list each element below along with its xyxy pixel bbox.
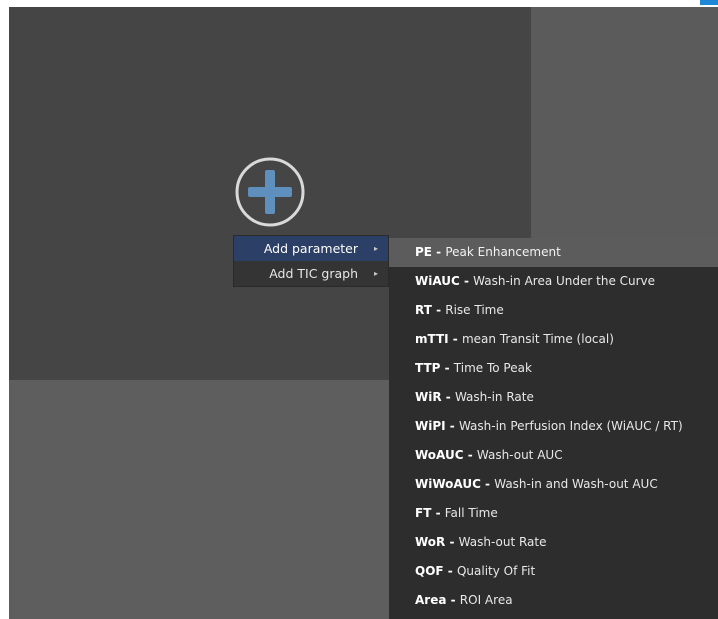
menu-item-add-parameter[interactable]: Add parameter ▸	[234, 236, 388, 261]
submenu-item-pe[interactable]: PE - Peak Enhancement	[389, 238, 718, 267]
parameter-separator: -	[432, 245, 446, 259]
plus-circle-icon	[235, 157, 305, 227]
parameter-abbreviation: Area	[415, 593, 447, 607]
submenu-item-rt[interactable]: RT - Rise Time	[389, 296, 718, 325]
submenu-item-wir[interactable]: WiR - Wash-in Rate	[389, 383, 718, 412]
submenu-item-woauc[interactable]: WoAUC - Wash-out AUC	[389, 441, 718, 470]
submenu-item-mtti[interactable]: mTTI - mean Transit Time (local)	[389, 325, 718, 354]
parameter-description: Time To Peak	[453, 361, 532, 375]
submenu-item-ttp[interactable]: TTP - Time To Peak	[389, 354, 718, 383]
parameter-separator: -	[480, 477, 495, 491]
parameter-abbreviation: WiAUC	[415, 274, 460, 288]
submenu-arrow-icon: ▸	[373, 244, 378, 253]
parameter-description: Peak Enhancement	[445, 245, 561, 259]
parameter-description: Fall Time	[444, 506, 498, 520]
menu-item-add-tic-graph[interactable]: Add TIC graph ▸	[234, 261, 388, 286]
parameter-abbreviation: mTTI	[415, 332, 449, 346]
parameter-description: Wash-in Perfusion Index (WiAUC / RT)	[458, 419, 683, 433]
parameter-abbreviation: PE	[415, 245, 432, 259]
parameter-abbreviation: WiWoAUC	[415, 477, 481, 491]
parameter-abbreviation: WiPI	[415, 419, 446, 433]
parameter-abbreviation: WoAUC	[415, 448, 464, 462]
submenu-item-wipi[interactable]: WiPI - Wash-in Perfusion Index (WiAUC / …	[389, 412, 718, 441]
parameter-separator: -	[446, 593, 460, 607]
submenu-item-wiwoauc[interactable]: WiWoAUC - Wash-in and Wash-out AUC	[389, 470, 718, 499]
parameter-abbreviation: QOF	[415, 564, 444, 578]
parameter-abbreviation: WiR	[415, 390, 442, 404]
parameter-abbreviation: FT	[415, 506, 432, 520]
parameter-description: mean Transit Time (local)	[461, 332, 614, 346]
workspace: Add parameter ▸ Add TIC graph ▸ PE - Pea…	[0, 0, 718, 619]
parameter-description: Wash-out AUC	[476, 448, 563, 462]
menu-item-label: Add parameter	[263, 241, 358, 256]
parameter-separator: -	[448, 332, 462, 346]
submenu-item-wiauc[interactable]: WiAUC - Wash-in Area Under the Curve	[389, 267, 718, 296]
parameter-description: ROI Area	[459, 593, 513, 607]
parameter-separator: -	[445, 535, 459, 549]
submenu-item-qof[interactable]: QOF - Quality Of Fit	[389, 557, 718, 586]
submenu-item-ft[interactable]: FT - Fall Time	[389, 499, 718, 528]
parameters-submenu: PE - Peak Enhancement WiAUC - Wash-in Are…	[389, 238, 718, 619]
parameter-separator: -	[440, 361, 454, 375]
parameter-separator: -	[431, 303, 446, 317]
add-widget-button[interactable]	[234, 156, 306, 228]
submenu-arrow-icon: ▸	[373, 269, 378, 278]
menu-item-label: Add TIC graph	[269, 266, 358, 281]
parameter-separator: -	[441, 390, 455, 404]
parameter-description: Wash-out Rate	[458, 535, 547, 549]
parameter-separator: -	[443, 564, 457, 578]
context-menu: Add parameter ▸ Add TIC graph ▸	[233, 235, 389, 287]
parameter-description: Wash-in Rate	[454, 390, 534, 404]
submenu-item-wor[interactable]: WoR - Wash-out Rate	[389, 528, 718, 557]
parameter-description: Rise Time	[445, 303, 504, 317]
parameter-separator: -	[459, 274, 474, 288]
parameter-separator: -	[431, 506, 445, 520]
parameter-description: Wash-in and Wash-out AUC	[494, 477, 658, 491]
parameter-description: Wash-in Area Under the Curve	[473, 274, 656, 288]
window-corner-accent	[700, 0, 718, 5]
submenu-item-area[interactable]: Area - ROI Area	[389, 586, 718, 615]
parameter-abbreviation: WoR	[415, 535, 446, 549]
parameter-abbreviation: RT	[415, 303, 432, 317]
parameter-description: Quality Of Fit	[456, 564, 536, 578]
parameter-separator: -	[463, 448, 477, 462]
parameter-separator: -	[445, 419, 459, 433]
parameter-abbreviation: TTP	[415, 361, 441, 375]
